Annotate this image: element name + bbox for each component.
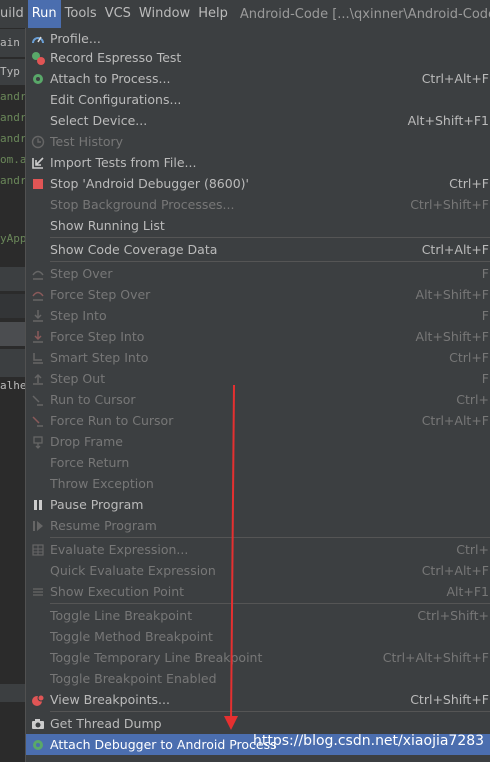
annotation-arrow: [224, 384, 238, 730]
watermark: https://blog.csdn.net/xiaojia7283: [253, 733, 485, 749]
